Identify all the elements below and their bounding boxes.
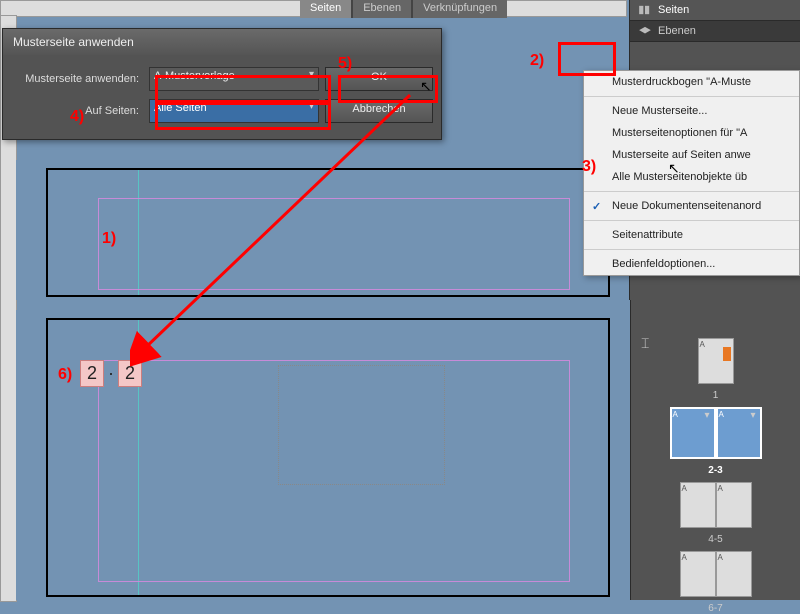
spread-4-5[interactable]: AA xyxy=(639,482,792,528)
apply-master-dialog: Musterseite anwenden Musterseite anwende… xyxy=(2,28,442,140)
check-icon: ✓ xyxy=(592,200,601,213)
ctx-page-attributes[interactable]: Seitenattribute xyxy=(584,224,799,246)
tab-verknuepfungen[interactable]: Verknüpfungen xyxy=(413,0,507,18)
label-master: Musterseite anwenden: xyxy=(13,73,143,85)
step-1-label: 1) xyxy=(102,230,116,248)
cancel-button[interactable]: Abbrechen xyxy=(325,99,433,123)
panel-header-label: Seiten xyxy=(658,4,689,16)
dot-icon: · xyxy=(108,363,114,384)
ctx-separator xyxy=(584,96,799,97)
spread-1[interactable]: A xyxy=(639,338,792,384)
layers-icon xyxy=(638,26,652,36)
panel-header-seiten[interactable]: Seiten xyxy=(630,0,800,21)
page-number-right: 2 xyxy=(118,360,142,387)
panel-tabs: Seiten Ebenen Verknüpfungen xyxy=(300,0,507,18)
ctx-master-spread[interactable]: Musterdruckbogen "A-Muste xyxy=(584,71,799,93)
ctx-override-objects[interactable]: Alle Musterseitenobjekte üb xyxy=(584,166,799,188)
ctx-new-master[interactable]: Neue Musterseite... xyxy=(584,100,799,122)
ctx-panel-options[interactable]: Bedienfeldoptionen... xyxy=(584,253,799,275)
step-3-label: 3) xyxy=(582,158,596,176)
spread-label: 2-3 xyxy=(639,465,792,476)
panel-header-label: Ebenen xyxy=(658,25,696,37)
panel-header-ebenen[interactable]: Ebenen xyxy=(630,21,800,42)
ctx-separator xyxy=(584,249,799,250)
spread-label: 4-5 xyxy=(639,534,792,545)
document-page-upper[interactable] xyxy=(46,168,610,297)
tab-ebenen[interactable]: Ebenen xyxy=(353,0,411,18)
text-frame[interactable] xyxy=(278,365,445,485)
ctx-apply-master[interactable]: Musterseite auf Seiten anwe xyxy=(584,144,799,166)
select-master[interactable]: A-Mustervorlage xyxy=(149,67,319,91)
page-number-left: 2 xyxy=(80,360,104,387)
context-menu: Musterdruckbogen "A-Muste Neue Mustersei… xyxy=(583,70,800,276)
tab-seiten[interactable]: Seiten xyxy=(300,0,351,18)
canvas-lower xyxy=(16,310,625,600)
ctx-separator xyxy=(584,191,799,192)
step-5-label: 5) xyxy=(338,55,352,73)
page-number-result: 2 · 2 xyxy=(80,360,142,387)
ctx-separator xyxy=(584,220,799,221)
ctx-page-order[interactable]: ✓ Neue Dokumentenseitenanord xyxy=(584,195,799,217)
step-4-label: 4) xyxy=(70,108,84,126)
spread-label: 1 xyxy=(639,390,792,401)
select-pages[interactable]: Alle Seiten xyxy=(149,99,319,123)
dialog-title: Musterseite anwenden xyxy=(3,29,441,55)
spread-6-7[interactable]: AA xyxy=(639,551,792,597)
spread-label: 6-7 xyxy=(639,603,792,614)
step-2-label: 2) xyxy=(530,52,544,70)
spread-2-3[interactable]: AA xyxy=(639,407,792,459)
step-6-label: 6) xyxy=(58,366,72,384)
margin-frame-upper xyxy=(98,198,570,290)
ctx-master-options[interactable]: Musterseitenoptionen für "A xyxy=(584,122,799,144)
pages-thumbnails-panel: ⌶ A 1 AA 2-3 AA 4-5 AA 6-7 xyxy=(630,300,800,600)
pages-icon xyxy=(638,5,652,15)
ctx-item-label: Neue Dokumentenseitenanord xyxy=(612,200,761,212)
